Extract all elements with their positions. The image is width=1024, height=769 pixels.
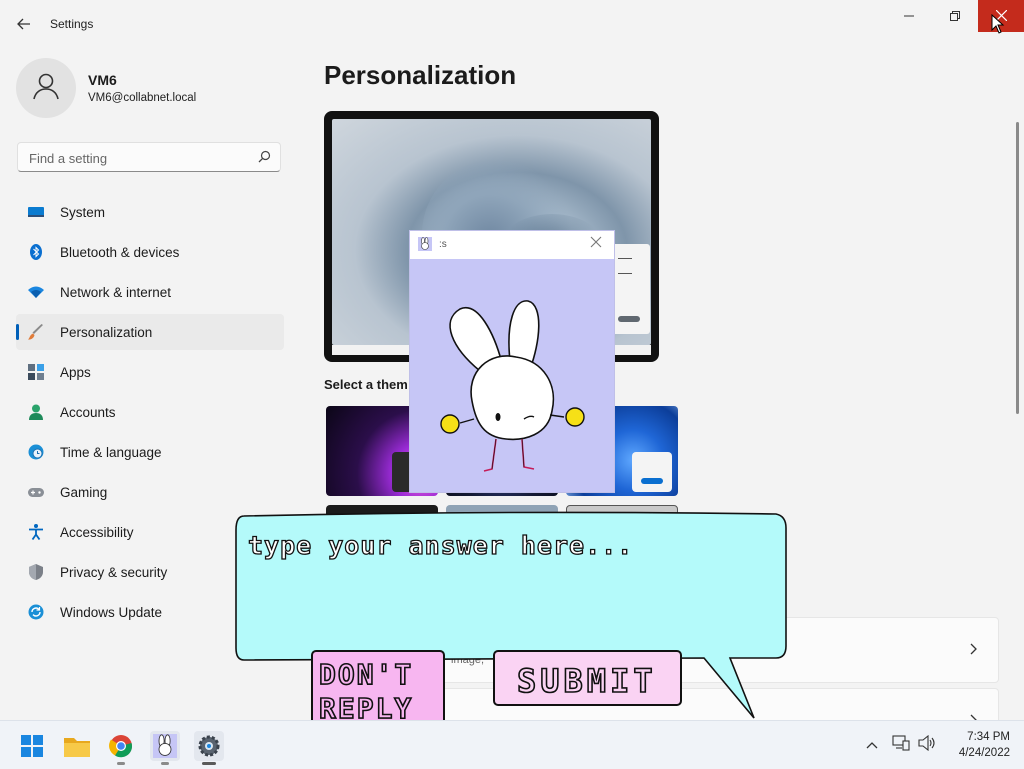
bluetooth-icon	[28, 244, 44, 260]
settings-gear-icon[interactable]	[194, 731, 224, 765]
bunny-popup-window: :s	[410, 231, 614, 492]
file-explorer-icon[interactable]	[62, 731, 92, 761]
network-icon[interactable]	[892, 735, 910, 754]
chevron-right-icon	[970, 642, 978, 658]
sidebar-item-gaming[interactable]: Gaming	[16, 474, 284, 510]
shield-icon	[28, 564, 44, 580]
clock-time: 7:34 PM	[967, 731, 1010, 743]
sidebar-item-apps[interactable]: Apps	[16, 354, 284, 390]
sidebar-item-label: Personalization	[60, 324, 153, 340]
taskbar: 7:34 PM 4/24/2022	[0, 720, 1024, 769]
sidebar-item-label: Network & internet	[60, 284, 172, 300]
running-indicator	[161, 762, 169, 765]
avatar[interactable]	[16, 58, 76, 118]
update-icon	[28, 604, 44, 620]
close-icon[interactable]	[590, 235, 602, 252]
minimize-icon	[904, 9, 914, 24]
sidebar-item-personalization[interactable]: Personalization	[16, 314, 284, 350]
app-title: Settings	[50, 17, 94, 31]
sidebar-item-bluetooth[interactable]: Bluetooth & devices	[16, 234, 284, 270]
answer-input[interactable]	[246, 526, 772, 650]
restore-button[interactable]	[932, 0, 978, 32]
brush-icon	[28, 324, 44, 340]
sidebar-item-label: Privacy & security	[60, 564, 168, 580]
user-icon	[31, 71, 61, 106]
sidebar-item-accounts[interactable]: Accounts	[16, 394, 284, 430]
bunny-app-icon	[418, 237, 432, 251]
restore-icon	[950, 9, 960, 24]
bunny-app-taskbar-icon[interactable]	[150, 731, 180, 765]
sidebar-item-network[interactable]: Network & internet	[16, 274, 284, 310]
running-indicator	[202, 762, 216, 765]
search-box[interactable]	[17, 142, 281, 172]
bunny-illustration	[432, 293, 592, 478]
profile-name: VM6	[88, 72, 117, 88]
globe-clock-icon	[28, 444, 44, 460]
profile-email: VM6@collabnet.local	[88, 92, 197, 104]
themes-label: Select a them	[324, 377, 408, 392]
scrollbar[interactable]	[1016, 122, 1019, 414]
popup-title: :s	[439, 239, 447, 250]
sidebar-item-system[interactable]: System	[16, 194, 284, 230]
accessibility-icon	[28, 524, 44, 541]
running-indicator	[117, 762, 125, 765]
sidebar-item-label: Accessibility	[60, 524, 134, 540]
page-title: Personalization	[324, 60, 517, 90]
system-clock[interactable]: 7:34 PM 4/24/2022	[944, 729, 1010, 761]
back-arrow-icon[interactable]	[14, 14, 34, 34]
sidebar-item-label: Apps	[60, 364, 91, 380]
dont-reply-label: DON'T REPLY	[318, 657, 414, 726]
sidebar-item-label: Accounts	[60, 404, 116, 420]
chevron-up-icon[interactable]	[866, 737, 878, 752]
system-icon	[28, 204, 44, 220]
submit-button[interactable]: SUBMIT	[493, 650, 682, 706]
chrome-icon[interactable]	[106, 731, 136, 765]
minimize-button[interactable]	[886, 0, 932, 32]
preview-window	[610, 244, 650, 334]
sidebar-item-label: Windows Update	[60, 604, 163, 620]
sidebar-item-label: Time & language	[60, 444, 162, 460]
clock-date: 4/24/2022	[958, 747, 1010, 759]
dont-reply-button[interactable]: DON'T REPLY	[311, 650, 445, 730]
submit-label: SUBMIT	[516, 661, 657, 701]
accounts-icon	[28, 404, 44, 420]
title-bar: Settings	[0, 0, 1024, 48]
gamepad-icon	[28, 484, 44, 500]
sidebar-item-label: Bluetooth & devices	[60, 244, 180, 260]
search-icon[interactable]	[258, 150, 271, 166]
sidebar-item-label: Gaming	[60, 484, 108, 500]
sidebar-item-time-language[interactable]: Time & language	[16, 434, 284, 470]
wifi-icon	[28, 284, 44, 300]
windows-start-icon[interactable]	[17, 731, 47, 761]
search-input[interactable]	[27, 149, 251, 167]
sidebar-item-label: System	[60, 204, 106, 220]
volume-icon[interactable]	[918, 734, 936, 754]
mouse-cursor-icon	[991, 13, 1005, 39]
apps-icon	[28, 364, 44, 380]
popup-title-bar: :s	[410, 231, 614, 259]
